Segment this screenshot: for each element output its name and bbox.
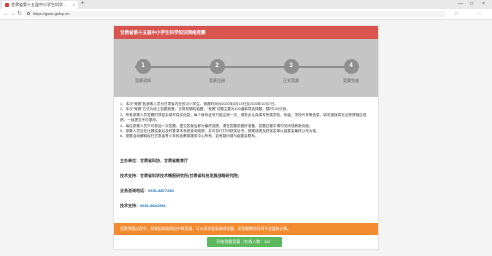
url-field[interactable]: https://gsdc.gsfcp.cn <box>24 11 446 17</box>
step-number: 2 <box>209 59 225 74</box>
lock-icon <box>27 12 30 15</box>
step-1: 1 竞赛须知 <box>123 59 163 83</box>
step-2: 2 竞赛注册 <box>197 59 237 83</box>
back-icon[interactable]: ← <box>3 9 9 19</box>
competition-card: 甘肃省第十五届中小学生科学知识网络竞赛 1 竞赛须知 2 竞赛注册 3 正式竞赛… <box>113 25 379 250</box>
step-label: 正式竞赛 <box>283 78 299 83</box>
note-item: 3、所有参赛人员答题时须如实填写真实信息，每个身份证号只能注册一次，请务必认真填… <box>120 112 367 123</box>
progress-steps: 1 竞赛须知 2 竞赛注册 3 正式竞赛 4 竞赛完成 <box>114 39 378 97</box>
contact-label: 业务咨询电话： <box>120 188 148 193</box>
tab-close-icon[interactable]: × <box>73 1 75 9</box>
new-tab-button[interactable]: + <box>81 0 85 9</box>
tech-phone: 0931-8641981 <box>140 203 166 208</box>
organizer-value: 甘肃省科协、甘肃省教育厅 <box>140 158 188 163</box>
step-number: 3 <box>283 59 299 74</box>
url-text[interactable]: https://gsdc.gsfcp.cn <box>33 11 69 17</box>
organizer-row: 主办单位：甘肃省科协、甘肃省教育厅 <box>120 158 188 163</box>
minimize-button[interactable]: — <box>458 0 463 9</box>
refresh-icon[interactable]: ↻ <box>17 9 22 19</box>
card-header: 甘肃省第十五届中小学生科学知识网络竞赛 <box>114 26 378 39</box>
support-row: 技术支持：甘肃省科学技术情报研究所(甘肃省科技发展战略研究院) <box>120 173 239 178</box>
maximize-button[interactable]: □ <box>470 0 473 9</box>
browser-tab-bar: 甘肃省第十五届中小学生科学... × + — □ × <box>0 0 492 9</box>
step-3: 3 正式竞赛 <box>271 59 311 83</box>
browser-tab[interactable]: 甘肃省第十五届中小学生科学... × <box>2 1 78 9</box>
start-competition-button[interactable]: 开始答题竞赛（在线人数：48） <box>207 237 282 247</box>
support-label: 技术支持： <box>120 173 140 178</box>
menu-more-icon[interactable]: ⋯ <box>476 9 481 19</box>
note-item: 6、竞赛活动解释权归甘肃省青少年科技教育服务中心所有，如有疑问请与组委会联系。 <box>120 134 259 139</box>
tab-title: 甘肃省第十五届中小学生科学... <box>11 2 67 7</box>
step-label: 竞赛注册 <box>209 78 225 83</box>
organizer-label: 主办单位： <box>120 158 140 163</box>
step-label: 竞赛须知 <box>135 78 151 83</box>
close-window-button[interactable]: × <box>482 0 485 9</box>
rules-notes: 1、本次“竞赛”各参赛人员为甘肃省内在校中小学生，竞赛时间为2020年5月15日… <box>120 102 372 140</box>
support-value: 甘肃省科学技术情报研究所(甘肃省科技发展战略研究院) <box>140 173 239 178</box>
step-number: 4 <box>343 59 359 74</box>
site-favicon-icon <box>5 3 9 7</box>
tech-row: 技术支持：0931-8641981 <box>120 203 166 208</box>
contact-phone: 0931-8877280 <box>148 188 174 193</box>
page-title: 甘肃省第十五届中小学生科学知识网络竞赛 <box>120 30 206 35</box>
warning-banner: 竞赛答题过程中，如果因网络原因中断竞赛，可以再次登录继续答题，但答题剩余时间不会… <box>114 223 378 235</box>
contact-row: 业务咨询电话：0931-8877280 <box>120 188 174 193</box>
favorite-star-icon[interactable]: ☆ <box>454 9 458 19</box>
warning-text: 竞赛答题过程中，如果因网络原因中断竞赛，可以再次登录继续答题，但答题剩余时间不会… <box>120 227 291 231</box>
step-number: 1 <box>135 59 151 74</box>
steps-connector-line <box>135 66 359 68</box>
address-bar: ← → ↻ https://gsdc.gsfcp.cn ☆ ⋯ <box>0 9 492 20</box>
tech-label: 技术支持： <box>120 203 140 208</box>
forward-icon[interactable]: → <box>10 9 16 19</box>
step-label: 竞赛完成 <box>343 78 359 83</box>
step-4: 4 竞赛完成 <box>331 59 371 83</box>
page-background: 甘肃省第十五届中小学生科学知识网络竞赛 1 竞赛须知 2 竞赛注册 3 正式竞赛… <box>0 20 492 256</box>
